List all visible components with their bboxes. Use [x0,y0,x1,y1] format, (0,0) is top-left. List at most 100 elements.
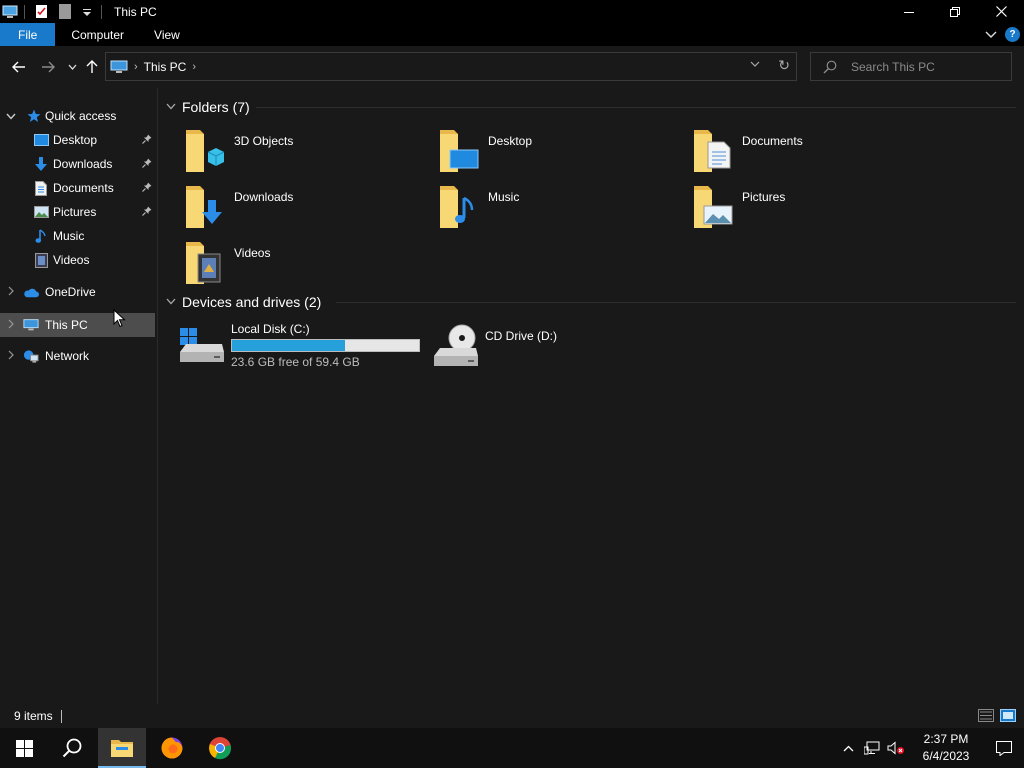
sidebar-item-quick-access[interactable]: Quick access [0,105,157,127]
devices-group-header[interactable]: Devices and drives (2) [166,292,321,312]
expand-chevron-icon[interactable] [8,349,14,363]
file-explorer-icon [111,740,133,757]
chrome-icon [209,737,231,760]
tab-computer[interactable]: Computer [55,23,139,46]
breadcrumb-chevron-icon[interactable]: › [134,61,138,73]
sidebar-label-quick-access: Quick access [45,109,117,123]
customize-qat-icon[interactable] [79,4,95,20]
details-view-icon[interactable] [978,709,994,722]
folder-tile-music[interactable]: Music [436,184,666,234]
properties-icon[interactable] [33,4,49,20]
expand-chevron-icon[interactable] [8,285,14,299]
notifications-icon[interactable] [984,728,1024,768]
devices-group-title: Devices and drives (2) [182,294,322,310]
music-icon [33,228,49,244]
address-bar[interactable]: › This PC › ↻ [105,52,797,81]
volume-muted-icon[interactable] [884,728,908,768]
star-icon [26,108,42,124]
sidebar-item-network[interactable]: Network [0,345,157,367]
folder-label: Downloads [234,190,294,204]
drive-tile-cd-drive-d[interactable]: CD Drive (D:) [432,322,677,368]
clock-date: 6/4/2023 [922,749,970,763]
breadcrumb-chevron-icon-2[interactable]: › [192,61,196,73]
back-button[interactable] [9,57,29,77]
network-status-icon[interactable] [860,728,884,768]
folder-tile-3d-objects[interactable]: 3D Objects [182,128,412,178]
videos-folder-icon [182,240,230,288]
forward-button[interactable] [38,57,58,77]
sidebar-item-videos[interactable]: Videos [0,249,157,271]
minimize-button[interactable] [886,0,932,23]
music-folder-icon [436,184,484,232]
sidebar-label-network: Network [45,349,90,363]
cd-drive-icon [432,324,480,371]
sidebar-label: Documents [53,181,114,195]
folder-label: Desktop [488,134,533,148]
folder-tile-documents[interactable]: Documents [690,128,920,178]
taskbar-chrome[interactable] [196,728,244,768]
folders-group-title: Folders (7) [182,99,250,115]
search-icon [823,60,837,74]
onedrive-cloud-icon [23,284,39,300]
folder-tile-desktop[interactable]: Desktop [436,128,666,178]
collapse-chevron-icon[interactable] [6,109,16,123]
folder-label: Documents [742,134,803,148]
close-button[interactable] [978,0,1024,23]
sidebar-label: Videos [53,253,90,267]
recent-locations-chevron-icon[interactable] [62,57,82,77]
sidebar-item-this-pc[interactable]: This PC [0,313,155,337]
tab-file[interactable]: File [0,23,56,46]
windows-drive-icon [178,328,226,367]
downloads-folder-icon [182,184,230,232]
firefox-icon [161,737,183,759]
windows-logo-icon [15,739,33,757]
taskbar-firefox[interactable] [148,728,196,768]
breadcrumb-this-pc[interactable]: This PC [144,60,187,74]
group-collapse-chevron-icon[interactable] [166,102,176,113]
show-hidden-icons-chevron-icon[interactable] [836,728,860,768]
help-icon[interactable]: ? [1005,27,1020,42]
drive-usage-bar [231,339,420,352]
clock[interactable]: 2:37 PM 6/4/2023 [914,731,978,765]
refresh-icon[interactable]: ↻ [778,57,790,74]
restore-button[interactable] [932,0,978,23]
group-divider [256,107,1016,108]
taskbar-file-explorer[interactable] [98,728,146,768]
pin-icon [142,134,152,147]
expand-chevron-icon[interactable] [8,318,14,332]
sidebar-item-documents[interactable]: Documents [0,177,157,199]
sidebar-item-downloads[interactable]: Downloads [0,153,157,175]
sidebar-item-desktop[interactable]: Desktop [0,129,157,151]
desktop-folder-icon [436,128,484,176]
up-button[interactable] [82,57,102,77]
folder-tile-videos[interactable]: Videos [182,240,412,290]
address-history-chevron-icon[interactable] [750,59,760,70]
new-folder-icon[interactable] [57,4,73,20]
window-title: This PC [114,4,157,19]
folder-tile-pictures[interactable]: Pictures [690,184,920,234]
folders-group-header[interactable]: Folders (7) [166,97,250,117]
large-icons-view-icon[interactable] [1000,709,1016,722]
folder-tile-downloads[interactable]: Downloads [182,184,412,234]
sidebar-item-pictures[interactable]: Pictures [0,201,157,223]
sidebar-label: Music [53,229,85,243]
start-button[interactable] [0,728,48,768]
item-count: 9 items [14,709,53,723]
folder-label: Videos [234,246,271,260]
search-input[interactable]: Search This PC [810,52,1012,81]
taskbar: 2:37 PM 6/4/2023 [0,728,1024,768]
tab-view[interactable]: View [139,23,195,46]
sidebar-label: Desktop [53,133,98,147]
this-pc-app-icon[interactable] [2,4,18,20]
navigation-pane: Quick access Desktop Downloads Documents [0,100,157,704]
title-bar: This PC [0,0,1024,23]
sidebar-item-music[interactable]: Music [0,225,157,247]
group-collapse-chevron-icon[interactable] [166,297,176,308]
sidebar-label-this-pc: This PC [45,318,88,332]
drive-tile-local-disk-c[interactable]: Local Disk (C:) 23.6 GB free of 59.4 GB [178,322,423,369]
taskbar-search-button[interactable] [48,728,96,768]
expand-ribbon-chevron-icon[interactable] [985,28,997,42]
pin-icon [142,182,152,195]
sidebar-item-onedrive[interactable]: OneDrive [0,281,157,303]
pictures-folder-icon [690,184,738,232]
